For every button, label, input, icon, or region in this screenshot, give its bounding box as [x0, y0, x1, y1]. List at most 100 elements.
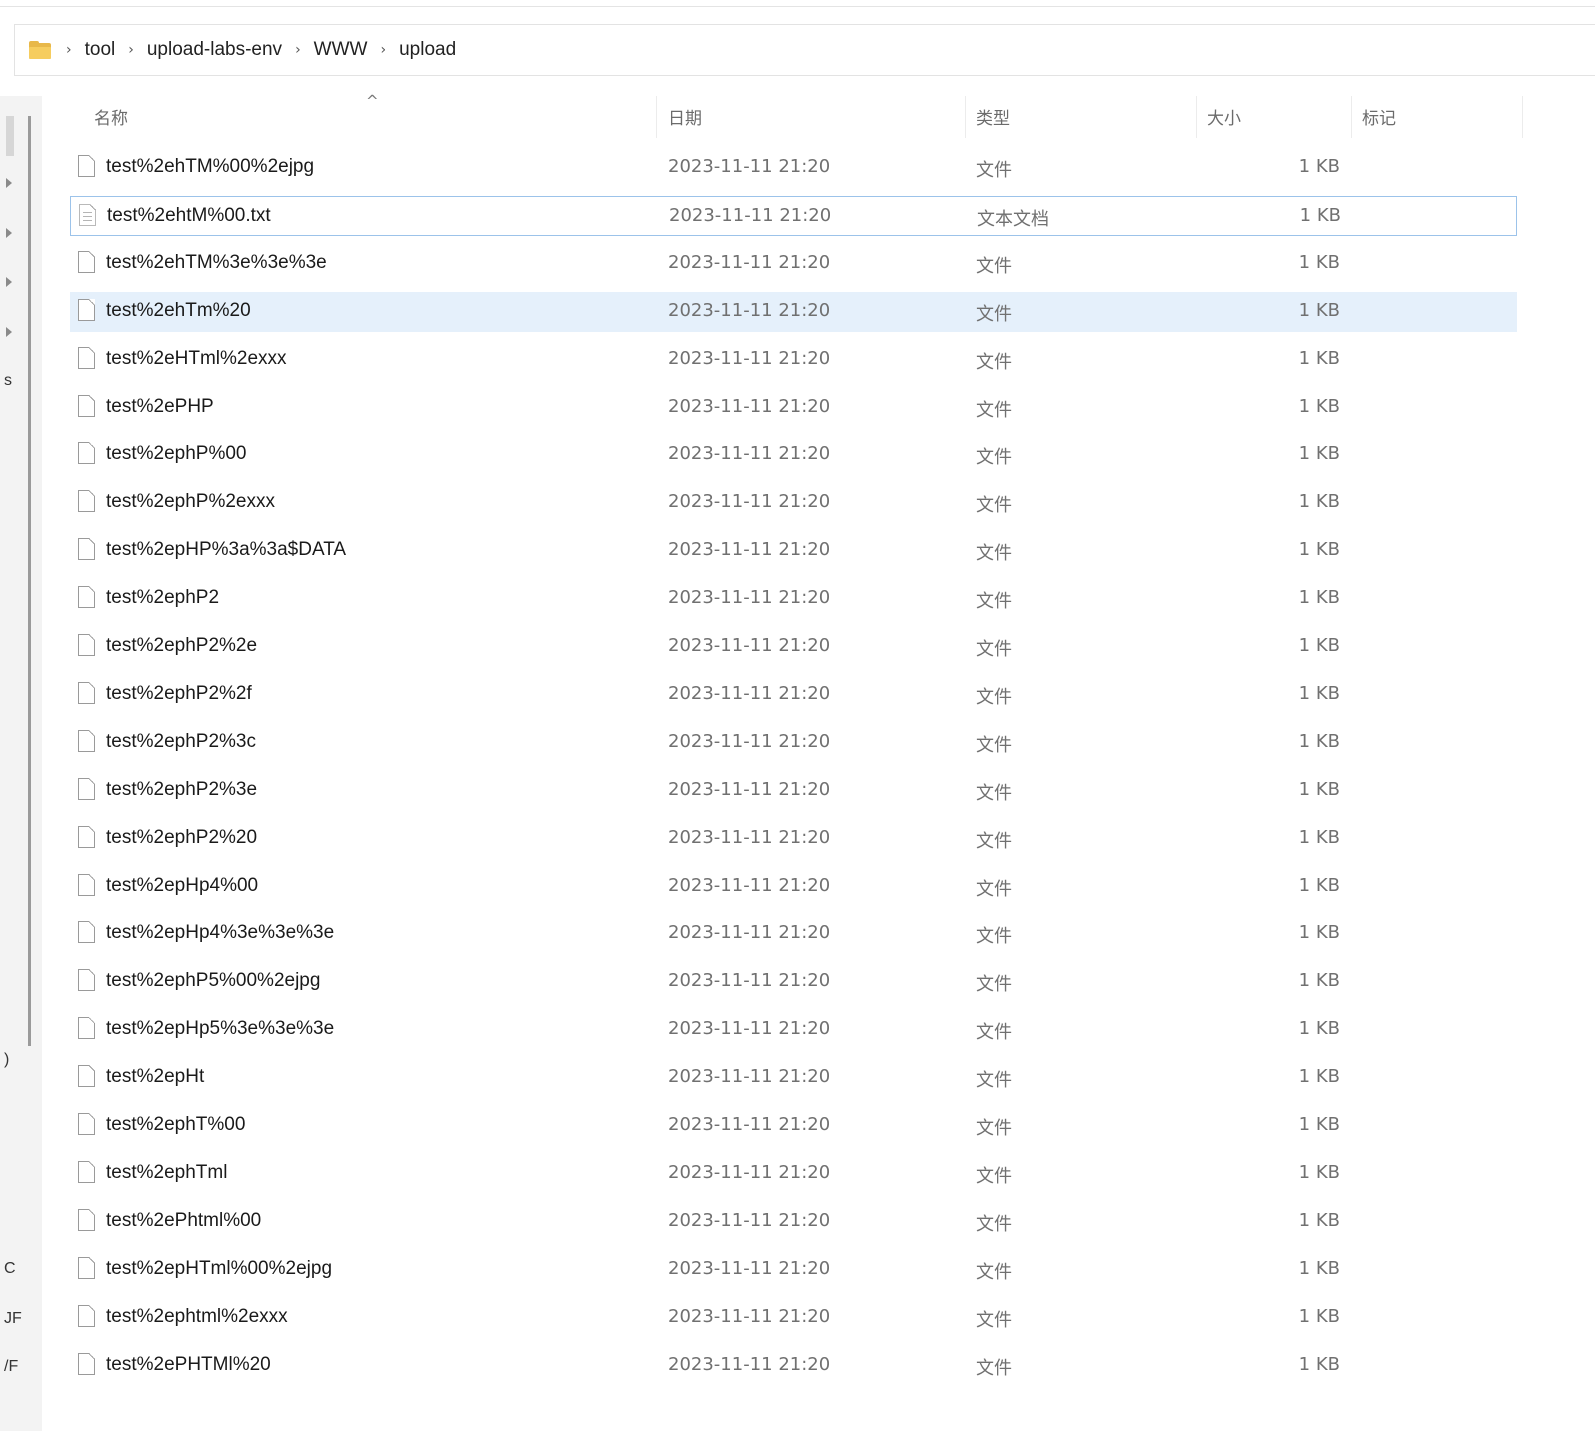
- file-type: 文件: [976, 1166, 1012, 1187]
- column-header-size[interactable]: 大小: [1207, 104, 1241, 129]
- file-row[interactable]: test%2ehTM%3e%3e%3e 2023-11-11 21:20 文件 1 K…: [70, 244, 1517, 284]
- breadcrumb-separator-icon[interactable]: ›: [295, 42, 301, 58]
- file-date-modified: 2023-11-11 21:20: [668, 1114, 831, 1135]
- file-row[interactable]: test%2ePHP 2023-11-11 21:20 文件 1 KB: [70, 388, 1517, 428]
- file-row[interactable]: test%2epHp5%3e%3e%3e 2023-11-11 21:20 文件 1 …: [70, 1010, 1517, 1050]
- file-name: test%2ephTml: [106, 1162, 228, 1183]
- file-row[interactable]: test%2epHp4%00 2023-11-11 21:20 文件 1 KB: [70, 867, 1517, 907]
- file-row[interactable]: test%2ephP5%00%2ejpg 2023-11-11 21:20 文件 1 …: [70, 962, 1517, 1002]
- file-row[interactable]: test%2ephT%00 2023-11-11 21:20 文件 1 KB: [70, 1106, 1517, 1146]
- file-date-modified: 2023-11-11 21:20: [669, 205, 832, 226]
- file-row[interactable]: test%2ephTml 2023-11-11 21:20 文件 1 KB: [70, 1154, 1517, 1194]
- nav-item-fragment[interactable]: C: [4, 1260, 16, 1278]
- breadcrumb-separator-icon[interactable]: ›: [128, 42, 134, 58]
- file-row[interactable]: test%2ehtM%00.txt 2023-11-11 21:20 文本文档 1 K…: [70, 196, 1517, 236]
- file-size: 1 KB: [1298, 252, 1340, 273]
- file-row[interactable]: test%2ephP2%2e 2023-11-11 21:20 文件 1 KB: [70, 627, 1517, 667]
- file-row[interactable]: test%2epHTml%00%2ejpg 2023-11-11 21:20 文件 1…: [70, 1250, 1517, 1290]
- file-type: 文件: [976, 495, 1012, 516]
- file-size: 1 KB: [1298, 156, 1340, 177]
- file-type: 文件: [976, 591, 1012, 612]
- file-row[interactable]: test%2epHt 2023-11-11 21:20 文件 1 KB: [70, 1058, 1517, 1098]
- column-divider[interactable]: [1196, 96, 1197, 138]
- breadcrumb-separator-icon[interactable]: ›: [380, 42, 386, 58]
- file-name: test%2ephP2%3c: [106, 731, 256, 752]
- column-divider[interactable]: [1522, 96, 1523, 138]
- file-row[interactable]: test%2ephP2 2023-11-11 21:20 文件 1 KB: [70, 579, 1517, 619]
- file-date-modified: 2023-11-11 21:20: [668, 1018, 831, 1039]
- nav-item-fragment[interactable]: s: [4, 372, 12, 390]
- nav-item-fragment[interactable]: /F: [4, 1358, 18, 1376]
- nav-item-fragment[interactable]: JF: [4, 1310, 22, 1328]
- file-row[interactable]: test%2eHTml%2exxx 2023-11-11 21:20 文件 1 KB: [70, 340, 1517, 380]
- file-size: 1 KB: [1298, 300, 1340, 321]
- file-date-modified: 2023-11-11 21:20: [668, 683, 831, 704]
- file-name: test%2ePHP: [106, 396, 214, 417]
- column-divider[interactable]: [965, 96, 966, 138]
- file-icon: [78, 969, 95, 991]
- file-icon: [78, 1065, 95, 1087]
- column-header-type[interactable]: 类型: [976, 104, 1010, 129]
- file-date-modified: 2023-11-11 21:20: [668, 1162, 831, 1183]
- file-row[interactable]: test%2ephP2%20 2023-11-11 21:20 文件 1 KB: [70, 819, 1517, 859]
- text-file-icon: [79, 204, 96, 226]
- column-header-name[interactable]: 名称: [94, 104, 128, 129]
- column-divider[interactable]: [1351, 96, 1352, 138]
- file-row[interactable]: test%2ephP2%3c 2023-11-11 21:20 文件 1 KB: [70, 723, 1517, 763]
- expand-arrow-icon[interactable]: [6, 277, 12, 287]
- file-type: 文件: [976, 879, 1012, 900]
- file-size: 1 KB: [1298, 635, 1340, 656]
- file-icon: [78, 490, 95, 512]
- file-row[interactable]: test%2epHp4%3e%3e%3e 2023-11-11 21:20 文件 1 …: [70, 914, 1517, 954]
- breadcrumb-item-upload[interactable]: upload: [399, 39, 456, 61]
- address-bar[interactable]: › tool › upload-labs-env › WWW › upload: [14, 24, 1595, 76]
- file-icon: [78, 586, 95, 608]
- nav-item-fragment[interactable]: ): [4, 1051, 9, 1069]
- file-icon: [78, 1161, 95, 1183]
- file-type: 文件: [976, 447, 1012, 468]
- file-type: 文件: [976, 543, 1012, 564]
- file-icon: [78, 1257, 95, 1279]
- expand-arrow-icon[interactable]: [6, 327, 12, 337]
- file-icon: [78, 299, 95, 321]
- expand-arrow-icon[interactable]: [6, 228, 12, 238]
- breadcrumb-item-www[interactable]: WWW: [314, 39, 368, 61]
- column-divider[interactable]: [656, 96, 657, 138]
- file-row[interactable]: test%2ehTm%20 2023-11-11 21:20 文件 1 KB: [70, 292, 1517, 332]
- nav-pane-splitter[interactable]: [28, 116, 31, 1046]
- file-row[interactable]: test%2ephP2%2f 2023-11-11 21:20 文件 1 KB: [70, 675, 1517, 715]
- file-date-modified: 2023-11-11 21:20: [668, 1306, 831, 1327]
- navigation-pane[interactable]: s ) C JF /F: [0, 96, 42, 1431]
- file-date-modified: 2023-11-11 21:20: [668, 635, 831, 656]
- file-name: test%2ephP%2exxx: [106, 491, 275, 512]
- breadcrumb-item-upload-labs-env[interactable]: upload-labs-env: [147, 39, 282, 61]
- file-date-modified: 2023-11-11 21:20: [668, 1354, 831, 1375]
- file-type: 文件: [976, 1262, 1012, 1283]
- nav-scrollbar-thumb[interactable]: [6, 116, 14, 156]
- file-date-modified: 2023-11-11 21:20: [668, 875, 831, 896]
- file-row[interactable]: test%2ePHTMl%20 2023-11-11 21:20 文件 1 KB: [70, 1346, 1517, 1386]
- file-type: 文件: [976, 352, 1012, 373]
- file-name: test%2ephP2: [106, 587, 220, 608]
- file-type: 文件: [976, 1358, 1012, 1379]
- file-row[interactable]: test%2epHP%3a%3a$DATA 2023-11-11 21:20 文件 1…: [70, 531, 1517, 571]
- breadcrumb-item-tool[interactable]: tool: [85, 39, 116, 61]
- file-size: 1 KB: [1298, 875, 1340, 896]
- file-row[interactable]: test%2ePhtml%00 2023-11-11 21:20 文件 1 KB: [70, 1202, 1517, 1242]
- column-header-tags[interactable]: 标记: [1362, 104, 1396, 129]
- file-size: 1 KB: [1298, 1306, 1340, 1327]
- file-name: test%2ehTM%00%2ejpg: [106, 156, 315, 177]
- file-list-view[interactable]: 名称 ^ 日期 类型 大小 标记 test%2ehTM%00%2ejpg 2023…: [42, 92, 1595, 1431]
- expand-arrow-icon[interactable]: [6, 178, 12, 188]
- breadcrumb-separator-icon[interactable]: ›: [66, 42, 72, 58]
- file-date-modified: 2023-11-11 21:20: [668, 348, 831, 369]
- file-name: test%2ePHTMl%20: [106, 1354, 271, 1375]
- file-row[interactable]: test%2ephtml%2exxx 2023-11-11 21:20 文件 1 KB: [70, 1298, 1517, 1338]
- file-row[interactable]: test%2ehTM%00%2ejpg 2023-11-11 21:20 文件 1 K…: [70, 148, 1517, 188]
- file-row[interactable]: test%2ephP%00 2023-11-11 21:20 文件 1 KB: [70, 435, 1517, 475]
- column-header-date[interactable]: 日期: [668, 104, 702, 129]
- file-type: 文件: [976, 687, 1012, 708]
- file-size: 1 KB: [1298, 1210, 1340, 1231]
- file-row[interactable]: test%2ephP%2exxx 2023-11-11 21:20 文件 1 KB: [70, 483, 1517, 523]
- file-row[interactable]: test%2ephP2%3e 2023-11-11 21:20 文件 1 KB: [70, 771, 1517, 811]
